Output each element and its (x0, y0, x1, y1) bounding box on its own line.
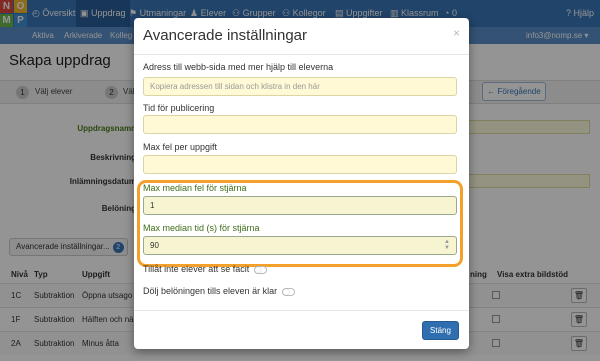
max-errors-input[interactable] (143, 155, 457, 174)
max-errors-label: Max fel per uppgift (143, 142, 218, 152)
disallow-facit-toggle[interactable] (253, 265, 267, 274)
number-stepper-icon[interactable]: ▲ ▼ (444, 239, 450, 251)
max-median-time-value: 90 (150, 241, 159, 250)
modal-title: Avancerade inställningar (143, 27, 307, 44)
hide-reward-toggle[interactable] (281, 287, 295, 296)
modal-header: Avancerade inställningar × (134, 18, 469, 55)
hide-reward-row: Dölj belöningen tills eleven är klar (143, 286, 295, 296)
hide-reward-label: Dölj belöningen tills eleven är klar (143, 286, 278, 296)
web-address-input[interactable]: Kopiera adressen till sidan och klistra … (143, 77, 457, 96)
close-button[interactable]: Stäng (422, 321, 459, 340)
modal-footer: Stäng (134, 310, 469, 349)
web-address-label: Adress till webb-sida med mer hjälp till… (143, 62, 334, 72)
disallow-facit-label: Tillåt inte elever att se facit (143, 264, 250, 274)
publish-time-label: Tid för publicering (143, 103, 215, 113)
close-icon[interactable]: × (453, 26, 460, 40)
max-median-time-input[interactable]: 90 ▲ ▼ (143, 236, 457, 255)
max-median-time-label: Max median tid (s) för stjärna (143, 223, 260, 233)
publish-time-input[interactable] (143, 115, 457, 134)
max-median-errors-input[interactable]: 1 (143, 196, 457, 215)
disallow-facit-row: Tillåt inte elever att se facit (143, 264, 267, 274)
advanced-settings-modal: Avancerade inställningar × Adress till w… (134, 18, 469, 349)
max-median-errors-label: Max median fel för stjärna (143, 183, 247, 193)
